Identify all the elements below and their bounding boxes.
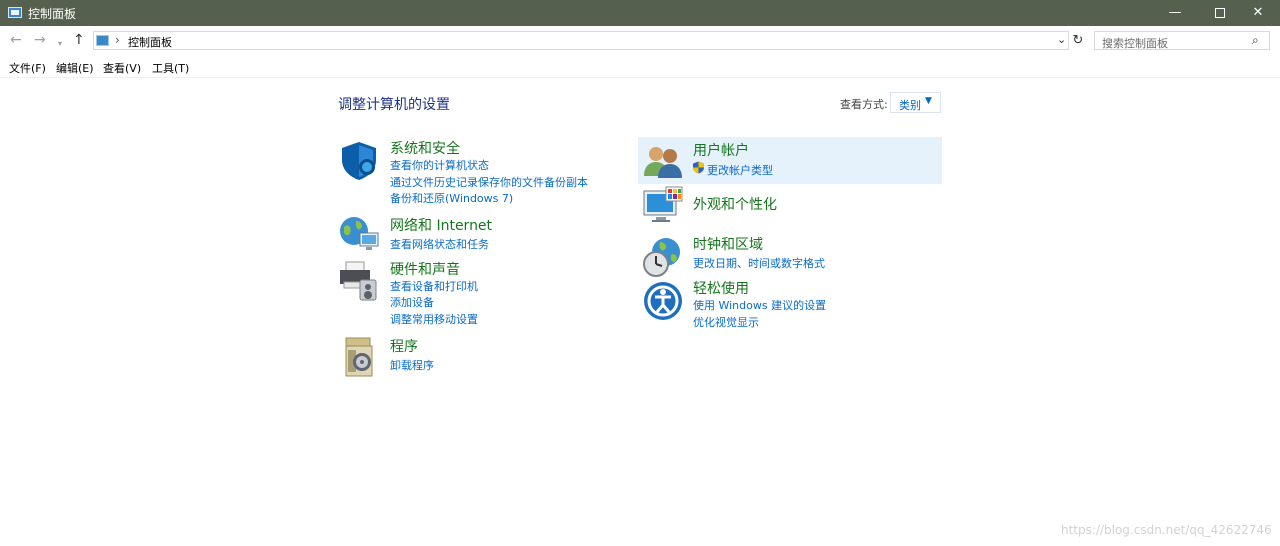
breadcrumb-control-panel[interactable]: 控制面板: [128, 34, 172, 50]
link-view-network-status[interactable]: 查看网络状态和任务: [390, 236, 489, 252]
link-optimize-visual-display[interactable]: 优化视觉显示: [693, 314, 759, 330]
category-hardware-sound[interactable]: 硬件和声音: [390, 259, 460, 279]
monitor-palette-icon[interactable]: [642, 185, 684, 227]
category-user-accounts[interactable]: 用户帐户: [693, 140, 749, 160]
menu-view[interactable]: 查看(V): [103, 60, 141, 76]
menu-edit[interactable]: 编辑(E): [56, 60, 94, 76]
link-change-account-type[interactable]: 更改帐户类型: [707, 162, 773, 178]
menu-divider: [0, 77, 1280, 78]
search-icon[interactable]: ⌕: [1252, 33, 1259, 48]
category-system-security[interactable]: 系统和安全: [390, 138, 460, 158]
refresh-button[interactable]: ↻: [1070, 31, 1086, 50]
control-panel-icon: [96, 35, 109, 46]
page-heading: 调整计算机的设置: [338, 97, 450, 113]
category-programs[interactable]: 程序: [390, 336, 418, 356]
breadcrumb-separator[interactable]: ›: [115, 33, 120, 47]
search-placeholder: 搜索控制面板: [1102, 37, 1168, 50]
category-clock-region[interactable]: 时钟和区域: [693, 234, 763, 254]
address-dropdown-button[interactable]: ⌄: [1057, 33, 1066, 46]
link-backup-restore[interactable]: 备份和还原(Windows 7): [390, 190, 513, 206]
maximize-icon: [1215, 7, 1225, 18]
watermark: https://blog.csdn.net/qq_42622746: [1061, 523, 1272, 537]
control-panel-icon: [8, 7, 22, 18]
menu-file[interactable]: 文件(F): [9, 60, 46, 76]
title-bar: 控制面板 — ✕: [0, 0, 1280, 26]
printer-speaker-icon[interactable]: [338, 260, 380, 302]
link-view-computer-status[interactable]: 查看你的计算机状态: [390, 157, 489, 173]
recent-locations-button[interactable]: ▾: [58, 35, 62, 53]
link-windows-recommended-settings[interactable]: 使用 Windows 建议的设置: [693, 297, 826, 313]
link-devices-printers[interactable]: 查看设备和打印机: [390, 278, 478, 294]
category-ease-of-access[interactable]: 轻松使用: [693, 278, 749, 298]
clock-globe-icon[interactable]: [642, 236, 684, 278]
link-uninstall-program[interactable]: 卸载程序: [390, 357, 434, 373]
ease-of-access-icon[interactable]: [642, 280, 684, 322]
up-button[interactable]: ↑: [73, 31, 85, 49]
close-button[interactable]: ✕: [1235, 0, 1280, 26]
link-mobility-settings[interactable]: 调整常用移动设置: [390, 311, 478, 327]
category-appearance-personalization[interactable]: 外观和个性化: [693, 194, 777, 214]
view-by-dropdown[interactable]: 类别 ▼: [890, 92, 941, 113]
address-bar[interactable]: › 控制面板 ⌄: [93, 31, 1069, 50]
forward-button[interactable]: →: [34, 31, 46, 49]
link-file-history-backup[interactable]: 通过文件历史记录保存你的文件备份副本: [390, 174, 588, 190]
menu-tools[interactable]: 工具(T): [152, 60, 189, 76]
network-globe-icon[interactable]: [338, 213, 380, 255]
minimize-button[interactable]: —: [1152, 0, 1198, 26]
search-input[interactable]: 搜索控制面板 ⌕: [1094, 31, 1270, 50]
category-network-internet[interactable]: 网络和 Internet: [390, 215, 492, 235]
chevron-down-icon: ▼: [925, 96, 932, 106]
link-date-time-format[interactable]: 更改日期、时间或数字格式: [693, 255, 825, 271]
back-button[interactable]: ←: [10, 31, 22, 49]
menu-bar: 文件(F) 编辑(E) 查看(V) 工具(T): [0, 58, 1280, 78]
window-title: 控制面板: [28, 7, 77, 21]
uac-shield-icon: [693, 161, 704, 174]
shield-icon[interactable]: [338, 140, 380, 182]
users-icon[interactable]: [642, 142, 684, 184]
link-add-device[interactable]: 添加设备: [390, 294, 434, 310]
view-by-label: 查看方式:: [840, 98, 888, 111]
programs-icon[interactable]: [338, 336, 380, 378]
view-by-value[interactable]: 类别: [899, 97, 921, 113]
